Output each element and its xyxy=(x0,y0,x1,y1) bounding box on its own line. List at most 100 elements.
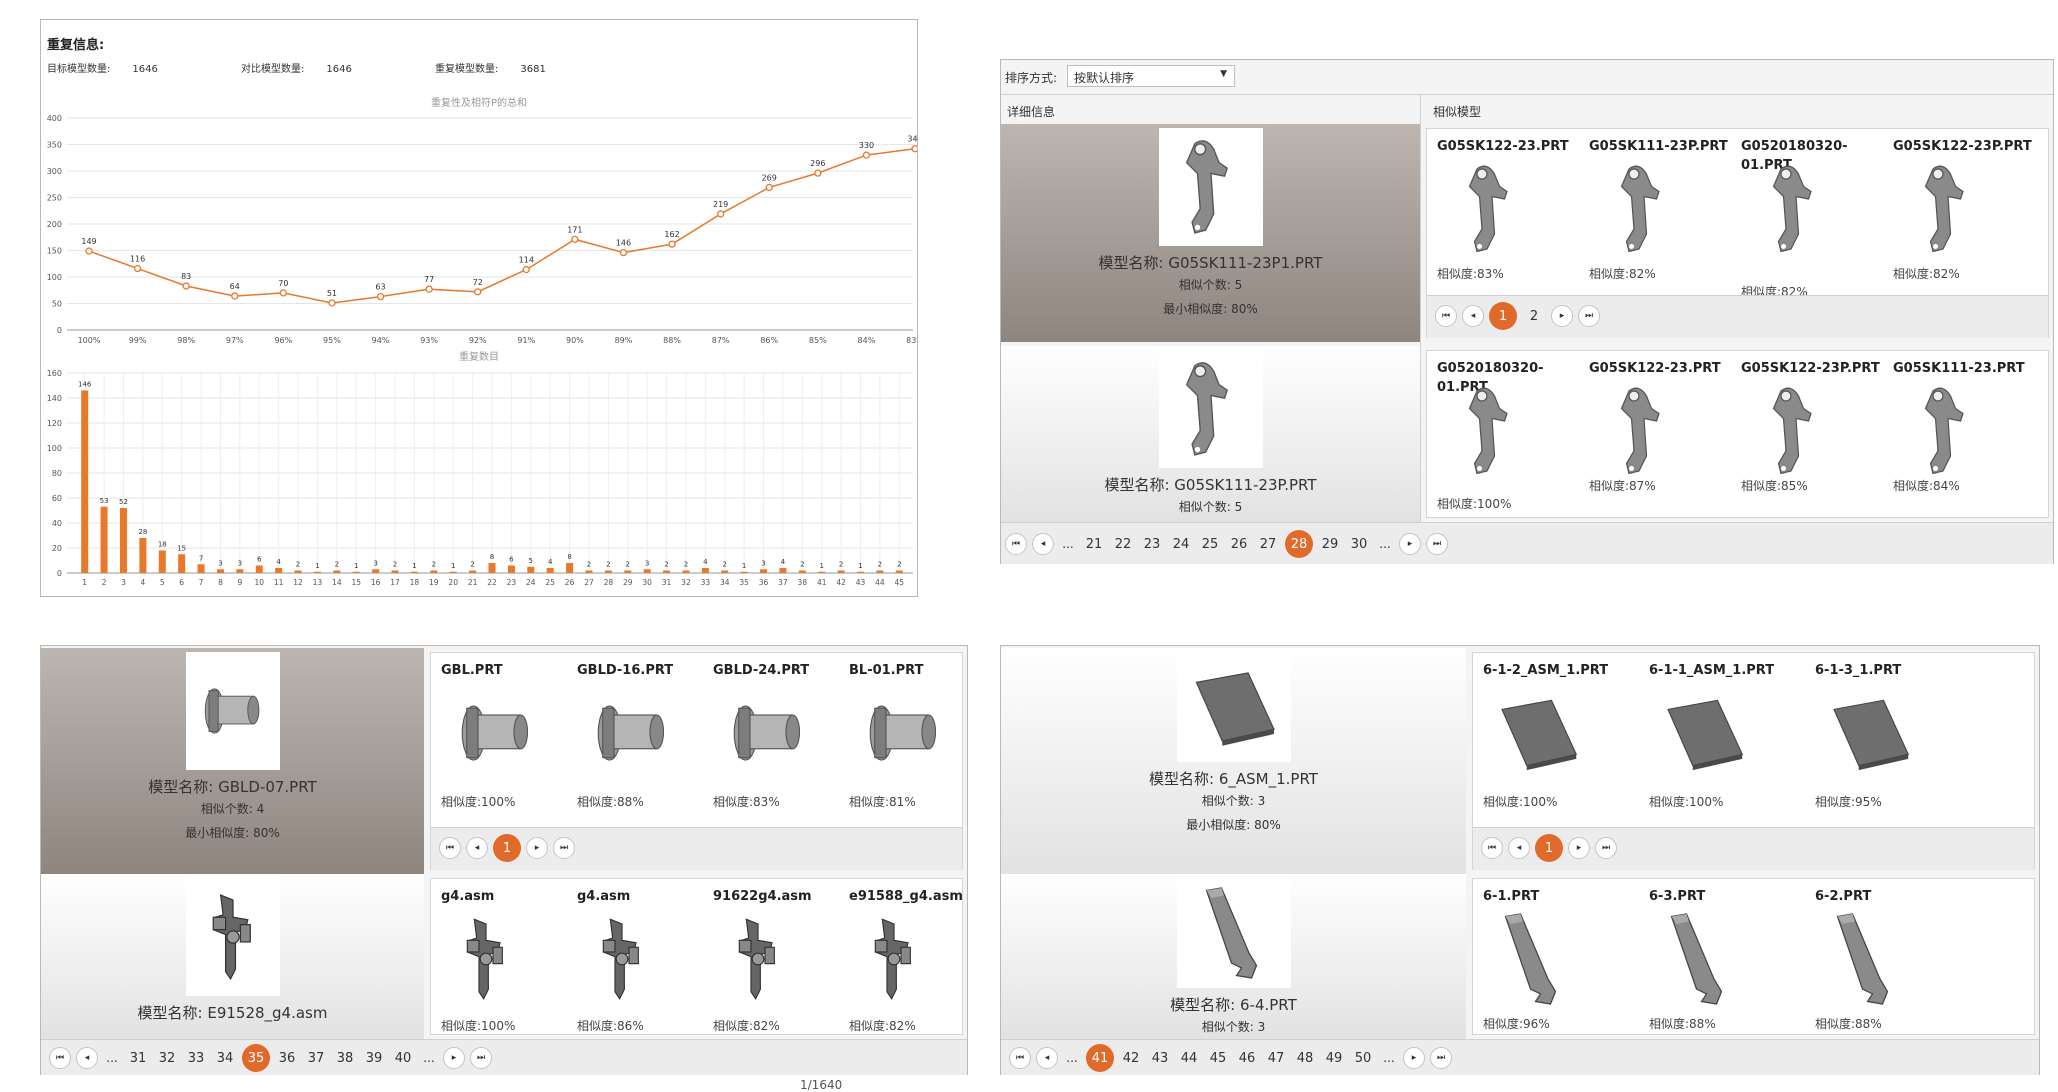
last-page-button[interactable]: ⏭ xyxy=(1430,1047,1452,1069)
result-row[interactable]: 模型名称: G05SK111-23P1.PRT 相似个数: 5 最小相似度: 80%… xyxy=(1001,124,2053,342)
page-number-27[interactable]: 27 xyxy=(1256,531,1280,557)
page-number-1[interactable]: 1 xyxy=(1535,834,1563,862)
first-page-button[interactable]: ⏮ xyxy=(1005,533,1027,555)
last-page-button[interactable]: ⏭ xyxy=(1595,837,1617,859)
model-thumbnail[interactable] xyxy=(1176,652,1291,762)
first-page-button[interactable]: ⏮ xyxy=(49,1047,71,1069)
next-page-button[interactable]: ▸ xyxy=(1403,1047,1425,1069)
result-row[interactable]: 模型名称: 6-4.PRT 相似个数: 3 6-1.PRT 相似度:96% 6-3.PR… xyxy=(1001,874,2039,1039)
result-row[interactable]: 模型名称: E91528_g4.asm g4.asm 相似度:100% g4.asm 相… xyxy=(41,874,967,1039)
similar-model-item[interactable]: 6-1.PRT 相似度:96% xyxy=(1483,879,1649,1031)
page-number-43[interactable]: 43 xyxy=(1148,1045,1172,1071)
page-number-38[interactable]: 38 xyxy=(333,1045,357,1071)
similar-model-item[interactable]: GBLD-16.PRT 相似度:88% xyxy=(577,653,713,831)
similar-model-item[interactable]: G0520180320-01.PRT 相似度:100% xyxy=(1437,351,1589,511)
page-number-39[interactable]: 39 xyxy=(362,1045,386,1071)
page-number-46[interactable]: 46 xyxy=(1235,1045,1259,1071)
model-thumbnail[interactable] xyxy=(1158,350,1263,468)
similar-model-item[interactable]: BL-01.PRT 相似度:81% xyxy=(849,653,985,831)
page-number-37[interactable]: 37 xyxy=(304,1045,328,1071)
similar-model-thumbnail[interactable] xyxy=(859,909,929,1013)
similar-model-thumbnail[interactable] xyxy=(859,693,949,777)
similar-model-item[interactable]: 91622g4.asm 相似度:82% xyxy=(713,879,849,1033)
prev-page-button[interactable]: ◂ xyxy=(1032,533,1054,555)
page-number-29[interactable]: 29 xyxy=(1318,531,1342,557)
similar-model-thumbnail[interactable] xyxy=(587,909,657,1013)
similar-model-item[interactable]: 6-3.PRT 相似度:88% xyxy=(1649,879,1815,1031)
last-page-button[interactable]: ⏭ xyxy=(553,837,575,859)
similar-model-thumbnail[interactable] xyxy=(1825,909,1905,1013)
similar-model-thumbnail[interactable] xyxy=(587,693,677,777)
page-number-33[interactable]: 33 xyxy=(184,1045,208,1071)
prev-page-button[interactable]: ◂ xyxy=(466,837,488,859)
similar-model-thumbnail[interactable] xyxy=(451,909,521,1013)
similar-model-item[interactable]: g4.asm 相似度:100% xyxy=(441,879,577,1033)
similar-model-thumbnail[interactable] xyxy=(723,909,793,1013)
model-thumbnail[interactable] xyxy=(185,652,280,770)
page-number-41[interactable]: 41 xyxy=(1086,1044,1114,1072)
page-number-24[interactable]: 24 xyxy=(1169,531,1193,557)
similar-model-item[interactable]: G05SK122-23P.PRT 相似度:82% xyxy=(1893,129,2045,299)
page-number-1[interactable]: 1 xyxy=(493,834,521,862)
first-page-button[interactable]: ⏮ xyxy=(1481,837,1503,859)
similar-model-thumbnail[interactable] xyxy=(1599,381,1689,485)
next-page-button[interactable]: ▸ xyxy=(1551,305,1573,327)
similar-model-thumbnail[interactable] xyxy=(1659,909,1739,1013)
page-number-47[interactable]: 47 xyxy=(1264,1045,1288,1071)
similar-model-item[interactable]: e91588_g4.asm 相似度:82% xyxy=(849,879,985,1033)
page-number-1[interactable]: 1 xyxy=(1489,302,1517,330)
similar-model-item[interactable]: 6-1-2_ASM_1.PRT 相似度:100% xyxy=(1483,653,1649,831)
similar-model-thumbnail[interactable] xyxy=(1447,381,1537,485)
next-page-button[interactable]: ▸ xyxy=(443,1047,465,1069)
page-number-50[interactable]: 50 xyxy=(1351,1045,1375,1071)
similar-model-thumbnail[interactable] xyxy=(1659,693,1749,777)
page-number-49[interactable]: 49 xyxy=(1322,1045,1346,1071)
first-page-button[interactable]: ⏮ xyxy=(1009,1047,1031,1069)
page-number-22[interactable]: 22 xyxy=(1111,531,1135,557)
page-number-44[interactable]: 44 xyxy=(1177,1045,1201,1071)
similar-model-thumbnail[interactable] xyxy=(1825,693,1915,777)
next-page-button[interactable]: ▸ xyxy=(1399,533,1421,555)
page-number-42[interactable]: 42 xyxy=(1119,1045,1143,1071)
page-number-2[interactable]: 2 xyxy=(1522,303,1546,329)
model-thumbnail[interactable] xyxy=(1158,128,1263,246)
page-number-40[interactable]: 40 xyxy=(391,1045,415,1071)
similar-model-item[interactable]: G05SK122-23.PRT 相似度:83% xyxy=(1437,129,1589,299)
result-row[interactable]: 模型名称: GBLD-07.PRT 相似个数: 4 最小相似度: 80% GBL.PR… xyxy=(41,648,967,874)
page-number-34[interactable]: 34 xyxy=(213,1045,237,1071)
page-number-21[interactable]: 21 xyxy=(1082,531,1106,557)
page-number-32[interactable]: 32 xyxy=(155,1045,179,1071)
next-page-button[interactable]: ▸ xyxy=(526,837,548,859)
result-row[interactable]: 模型名称: G05SK111-23P.PRT 相似个数: 5 G0520180320… xyxy=(1001,346,2053,522)
similar-model-thumbnail[interactable] xyxy=(1493,693,1583,777)
similar-model-item[interactable]: GBL.PRT 相似度:100% xyxy=(441,653,577,831)
similar-model-item[interactable]: G05SK122-23P.PRT 相似度:85% xyxy=(1741,351,1893,493)
page-number-45[interactable]: 45 xyxy=(1206,1045,1230,1071)
similar-model-item[interactable]: 6-1-3_1.PRT 相似度:95% xyxy=(1815,653,1981,831)
similar-model-thumbnail[interactable] xyxy=(1903,381,1993,485)
first-page-button[interactable]: ⏮ xyxy=(1435,305,1457,327)
similar-model-thumbnail[interactable] xyxy=(723,693,813,777)
last-page-button[interactable]: ⏭ xyxy=(1578,305,1600,327)
page-number-36[interactable]: 36 xyxy=(275,1045,299,1071)
model-thumbnail[interactable] xyxy=(185,878,280,996)
model-thumbnail[interactable] xyxy=(1176,878,1291,988)
similar-model-thumbnail[interactable] xyxy=(1447,159,1537,263)
prev-page-button[interactable]: ◂ xyxy=(1508,837,1530,859)
sort-select[interactable]: 按默认排序 ▼ xyxy=(1067,65,1235,87)
similar-model-thumbnail[interactable] xyxy=(1493,909,1573,1013)
similar-model-item[interactable]: g4.asm 相似度:86% xyxy=(577,879,713,1033)
similar-model-item[interactable]: G05SK122-23.PRT 相似度:87% xyxy=(1589,351,1741,493)
prev-page-button[interactable]: ◂ xyxy=(1462,305,1484,327)
similar-model-item[interactable]: G05SK111-23.PRT 相似度:84% xyxy=(1893,351,2045,493)
similar-model-item[interactable]: GBLD-24.PRT 相似度:83% xyxy=(713,653,849,831)
first-page-button[interactable]: ⏮ xyxy=(439,837,461,859)
next-page-button[interactable]: ▸ xyxy=(1568,837,1590,859)
page-number-30[interactable]: 30 xyxy=(1347,531,1371,557)
similar-model-thumbnail[interactable] xyxy=(1903,159,1993,263)
result-row[interactable]: 模型名称: 6_ASM_1.PRT 相似个数: 3 最小相似度: 80% 6-1-2_… xyxy=(1001,648,2039,874)
page-number-26[interactable]: 26 xyxy=(1227,531,1251,557)
page-number-28[interactable]: 28 xyxy=(1285,530,1313,558)
page-number-48[interactable]: 48 xyxy=(1293,1045,1317,1071)
last-page-button[interactable]: ⏭ xyxy=(470,1047,492,1069)
